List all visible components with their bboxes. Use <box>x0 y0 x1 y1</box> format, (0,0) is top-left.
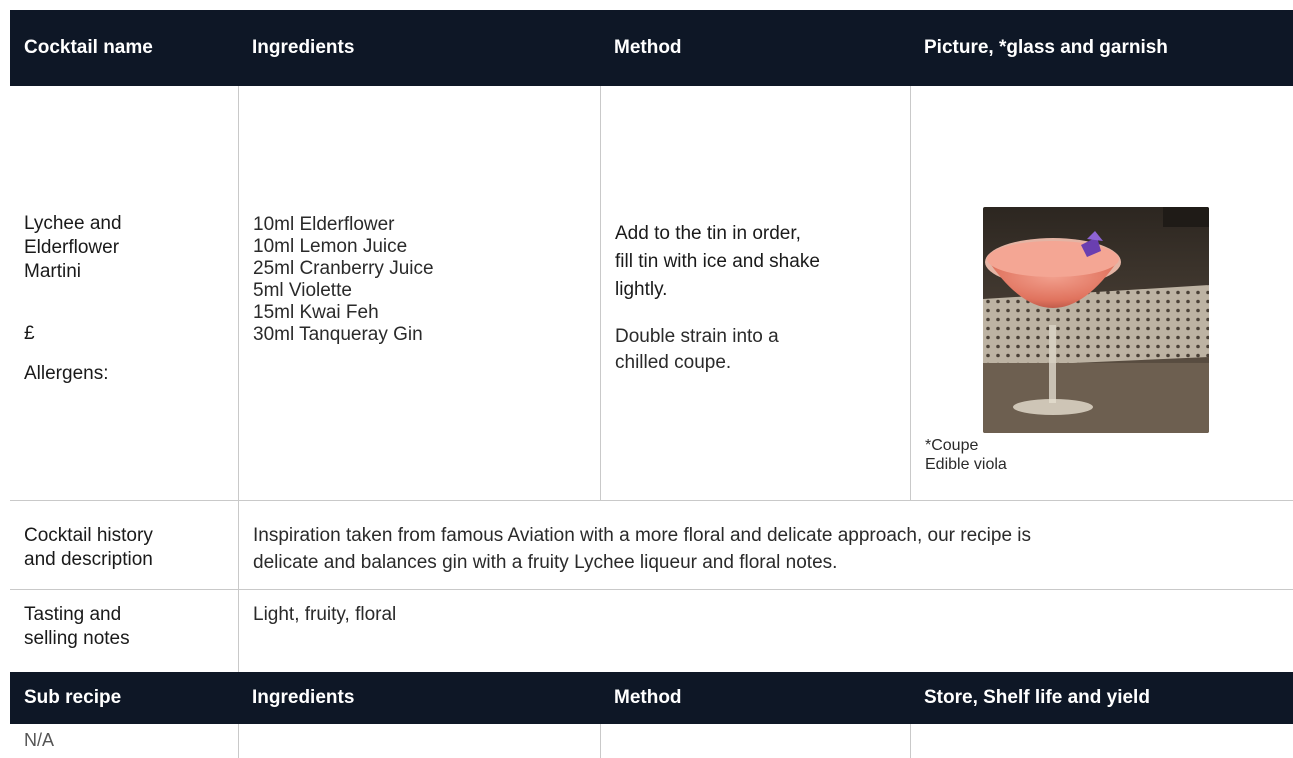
history-line: Inspiration taken from famous Aviation w… <box>253 525 1032 546</box>
header-method: Method <box>614 37 682 58</box>
method-step-1: Add to the tin in order, fill tin with i… <box>615 220 820 304</box>
sub-ingredients-cell <box>238 724 600 758</box>
method-step-2: Double strain into a chilled coupe. <box>615 324 779 376</box>
recipe-spec-sheet: Cocktail name Ingredients Method Picture… <box>10 10 1293 758</box>
method-line: lightly. <box>615 279 668 300</box>
sub-method-cell <box>600 724 910 758</box>
method-line: fill tin with ice and shake <box>615 251 820 272</box>
sub-store-cell <box>910 724 1293 758</box>
header-sub-recipe: Sub recipe <box>24 687 122 708</box>
glass-garnish-notes: *Coupe Edible viola <box>925 436 1007 474</box>
tasting-label: Tasting and selling notes <box>24 603 130 651</box>
header-ingredients: Ingredients <box>252 37 355 58</box>
method-line: Add to the tin in order, <box>615 223 801 244</box>
method-line: Double strain into a <box>615 326 779 347</box>
history-description: Inspiration taken from famous Aviation w… <box>253 522 1031 576</box>
coupe-cocktail-image <box>983 207 1209 433</box>
tasting-label-line: Tasting and <box>24 604 122 625</box>
tasting-label-cell: Tasting and selling notes <box>10 590 238 672</box>
allergens-label: Allergens: <box>24 363 109 384</box>
ingredient-item: 15ml Kwai Feh <box>253 302 379 323</box>
sub-recipe-header-row: Sub recipe Ingredients Method Store, She… <box>10 672 1293 724</box>
history-line: delicate and balances gin with a fruity … <box>253 552 838 573</box>
method-line: chilled coupe. <box>615 352 732 373</box>
method-cell: Add to the tin in order, fill tin with i… <box>600 86 910 500</box>
cocktail-name: Lychee and Elderflower Martini <box>24 212 122 284</box>
history-label-line: Cocktail history <box>24 525 153 546</box>
cocktail-name-line: Lychee and <box>24 213 122 234</box>
ingredient-list: 10ml Elderflower 10ml Lemon Juice 25ml C… <box>253 214 434 346</box>
history-text-cell: Inspiration taken from famous Aviation w… <box>238 501 1293 589</box>
tasting-text-cell: Light, fruity, floral <box>238 590 1293 672</box>
header-cocktail-name: Cocktail name <box>24 37 153 58</box>
ingredient-item: 5ml Violette <box>253 280 352 301</box>
ingredient-item: 25ml Cranberry Juice <box>253 258 434 279</box>
sub-recipe-name: N/A <box>24 730 55 750</box>
cocktail-row: Lychee and Elderflower Martini £ Allerge… <box>10 86 1293 500</box>
sub-recipe-name-cell: N/A <box>10 724 238 758</box>
header-store-shelf-life-yield: Store, Shelf life and yield <box>924 687 1150 708</box>
tasting-notes: Light, fruity, floral <box>253 604 397 625</box>
header-sub-ingredients: Ingredients <box>252 687 355 708</box>
table-header-row: Cocktail name Ingredients Method Picture… <box>10 10 1293 86</box>
price-label: £ <box>24 323 35 344</box>
picture-cell: *Coupe Edible viola <box>910 86 1293 500</box>
cocktail-name-cell: Lychee and Elderflower Martini £ Allerge… <box>10 86 238 500</box>
history-label: Cocktail history and description <box>24 524 153 572</box>
ingredients-cell: 10ml Elderflower 10ml Lemon Juice 25ml C… <box>238 86 600 500</box>
history-label-cell: Cocktail history and description <box>10 501 238 589</box>
ingredient-item: 10ml Lemon Juice <box>253 236 408 257</box>
header-picture-glass-garnish: Picture, *glass and garnish <box>924 37 1168 58</box>
tasting-label-line: selling notes <box>24 628 130 649</box>
cocktail-photo <box>983 207 1209 433</box>
header-sub-method: Method <box>614 687 682 708</box>
cocktail-name-line: Elderflower <box>24 237 120 258</box>
sub-recipe-row: N/A <box>10 724 1293 758</box>
history-label-line: and description <box>24 549 153 570</box>
garnish: Edible viola <box>925 456 1007 473</box>
cocktail-name-line: Martini <box>24 261 82 282</box>
history-row: Cocktail history and description Inspira… <box>10 501 1293 589</box>
tasting-row: Tasting and selling notes Light, fruity,… <box>10 590 1293 672</box>
glass-type: *Coupe <box>925 437 979 454</box>
ingredient-item: 30ml Tanqueray Gin <box>253 324 423 345</box>
ingredient-item: 10ml Elderflower <box>253 214 395 235</box>
